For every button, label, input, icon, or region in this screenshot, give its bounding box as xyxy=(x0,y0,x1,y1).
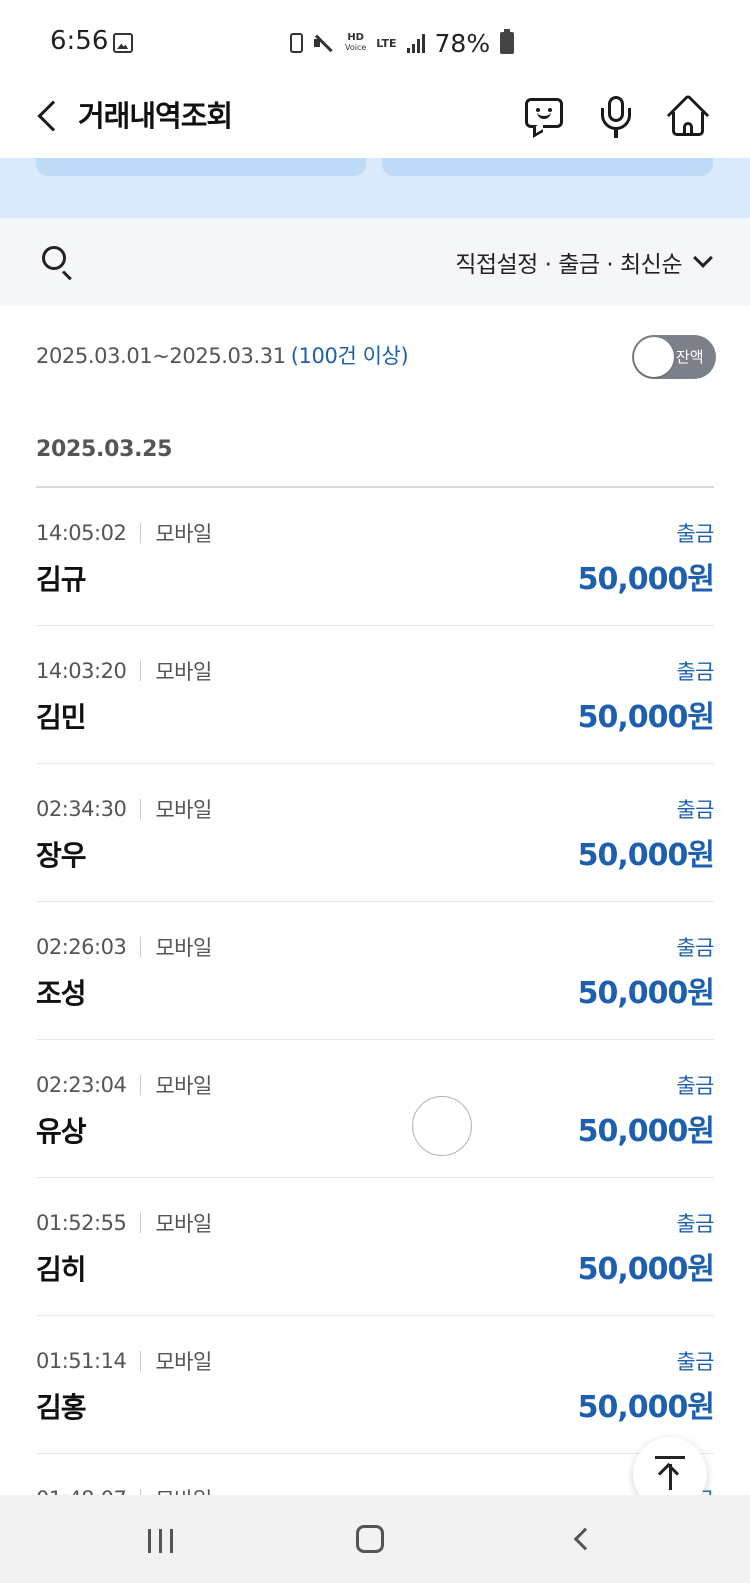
transaction-name: 김히 xyxy=(36,1253,87,1286)
transaction-row[interactable]: 14:05:02 모바일 김규 출금 50,000원 xyxy=(36,488,715,626)
search-icon xyxy=(42,246,66,270)
transaction-row[interactable]: 02:34:30 모바일 장우 출금 50,000원 xyxy=(36,764,715,902)
transaction-channel: 모바일 xyxy=(155,1212,212,1236)
date-group-heading: 2025.03.25 xyxy=(36,437,173,462)
filter-dropdown[interactable]: 직접설정 · 출금 · 최신순 xyxy=(455,242,713,282)
transaction-row[interactable]: 01:52:55 모바일 김히 출금 50,000원 xyxy=(36,1178,715,1316)
transaction-time: 02:23:04 xyxy=(36,1073,127,1097)
touch-indicator xyxy=(412,1096,472,1156)
transaction-row[interactable]: 02:26:03 모바일 조성 출금 50,000원 xyxy=(36,902,715,1040)
transaction-type: 출금 xyxy=(676,798,714,822)
transaction-type: 출금 xyxy=(676,1074,714,1098)
transaction-name: 김홍 xyxy=(36,1391,87,1424)
app-header: 거래내역조회 xyxy=(0,80,750,158)
period-row: 2025.03.01~2025.03.31 (100건 이상) 잔액 xyxy=(36,335,716,379)
page-title: 거래내역조회 xyxy=(78,99,233,133)
transaction-channel: 모바일 xyxy=(155,660,212,684)
transaction-meta: 01:51:14 모바일 xyxy=(36,1346,212,1376)
voice-label: Voice xyxy=(345,43,367,52)
battery-saver-icon xyxy=(290,33,303,53)
arrow-up-icon xyxy=(655,1456,685,1459)
balance-toggle[interactable]: 잔액 xyxy=(632,335,716,379)
transaction-row[interactable]: 01:48:07모바일 출금 xyxy=(36,1454,714,1498)
transaction-amount: 50,000원 xyxy=(577,1114,715,1149)
transaction-name: 김민 xyxy=(36,701,87,734)
transaction-amount: 50,000원 xyxy=(577,1252,715,1287)
transaction-type: 출금 xyxy=(676,1212,714,1236)
battery-icon xyxy=(500,29,515,54)
transaction-channel: 모바일 xyxy=(155,936,212,960)
status-indicators: HD Voice LTE 78% xyxy=(290,28,515,58)
balance-toggle-label: 잔액 xyxy=(676,348,704,366)
back-button[interactable] xyxy=(28,93,69,139)
transaction-row[interactable]: 02:23:04 모바일 유상 출금 50,000원 xyxy=(36,1040,715,1178)
transaction-amount: 50,000원 xyxy=(577,1390,715,1425)
transaction-channel: 모바일 xyxy=(155,798,212,822)
transaction-time: 02:34:30 xyxy=(36,797,127,821)
transaction-time: 02:26:03 xyxy=(36,935,127,959)
period-range: 2025.03.01~2025.03.31 xyxy=(36,344,286,368)
system-back-button[interactable] xyxy=(555,1513,615,1565)
system-nav-bar xyxy=(0,1495,750,1583)
banner-button-left[interactable] xyxy=(36,158,366,176)
chatbot-button[interactable] xyxy=(520,92,568,140)
home-button[interactable] xyxy=(664,92,712,140)
system-home-button[interactable] xyxy=(341,1513,401,1565)
transaction-row[interactable]: 01:51:14 모바일 김홍 출금 50,000원 xyxy=(36,1316,715,1454)
transaction-meta: 02:26:03 모바일 xyxy=(36,932,212,962)
voice-search-button[interactable] xyxy=(592,92,640,140)
filter-summary: 직접설정 · 출금 · 최신순 xyxy=(455,252,682,278)
status-bar: 6:56 HD Voice LTE 78% xyxy=(0,0,750,80)
account-banner xyxy=(0,158,750,218)
transaction-time: 14:03:20 xyxy=(36,659,127,683)
status-time: 6:56 xyxy=(50,26,109,56)
transaction-meta: 14:05:02 모바일 xyxy=(36,518,212,548)
transaction-name: 조성 xyxy=(36,977,87,1010)
hd-voice-icon: HD Voice xyxy=(345,33,366,53)
transaction-list: 14:05:02 모바일 김규 출금 50,000원 14:03:20 모바일 김민… xyxy=(36,488,715,1498)
banner-button-right[interactable] xyxy=(382,158,713,176)
transaction-channel: 모바일 xyxy=(155,1074,212,1098)
transaction-amount: 50,000원 xyxy=(577,838,715,873)
transaction-amount: 50,000원 xyxy=(577,976,715,1011)
back-icon xyxy=(37,100,69,132)
gallery-notification-icon xyxy=(113,33,133,53)
transaction-meta: 02:34:30 모바일 xyxy=(36,794,212,824)
transaction-meta: 14:03:20 모바일 xyxy=(36,656,212,686)
toggle-knob xyxy=(634,337,674,377)
transaction-time: 01:52:55 xyxy=(36,1211,127,1235)
transaction-time: 14:05:02 xyxy=(36,521,127,545)
transaction-type: 출금 xyxy=(676,660,714,684)
hd-label: HD xyxy=(347,32,364,43)
transaction-row[interactable]: 14:03:20 모바일 김민 출금 50,000원 xyxy=(36,626,715,764)
recent-apps-button[interactable] xyxy=(131,1513,191,1565)
transaction-time: 01:51:14 xyxy=(36,1349,127,1373)
transaction-name: 유상 xyxy=(36,1115,87,1148)
signal-icon xyxy=(406,33,425,53)
transaction-amount: 50,000원 xyxy=(577,562,715,597)
transaction-name: 장우 xyxy=(36,839,87,872)
filter-bar: 직접설정 · 출금 · 최신순 xyxy=(0,218,750,306)
transaction-type: 출금 xyxy=(676,522,714,546)
lte-icon: LTE xyxy=(376,36,397,50)
mute-icon xyxy=(313,34,335,52)
transaction-amount: 50,000원 xyxy=(577,700,715,735)
transaction-name: 김규 xyxy=(36,563,87,596)
transaction-type: 출금 xyxy=(676,936,714,960)
system-back-icon xyxy=(573,1527,597,1551)
recent-apps-icon xyxy=(148,1529,151,1553)
transaction-channel: 모바일 xyxy=(155,522,212,546)
period-count: (100건 이상) xyxy=(290,344,409,368)
battery-percent: 78% xyxy=(434,28,491,58)
chevron-down-icon xyxy=(693,248,713,268)
system-home-icon xyxy=(356,1525,384,1553)
transaction-type: 출금 xyxy=(676,1350,714,1374)
search-button[interactable] xyxy=(36,240,80,284)
transaction-meta: 01:52:55 모바일 xyxy=(36,1208,212,1238)
transaction-meta: 02:23:04 모바일 xyxy=(36,1070,212,1100)
transaction-channel: 모바일 xyxy=(155,1350,212,1374)
